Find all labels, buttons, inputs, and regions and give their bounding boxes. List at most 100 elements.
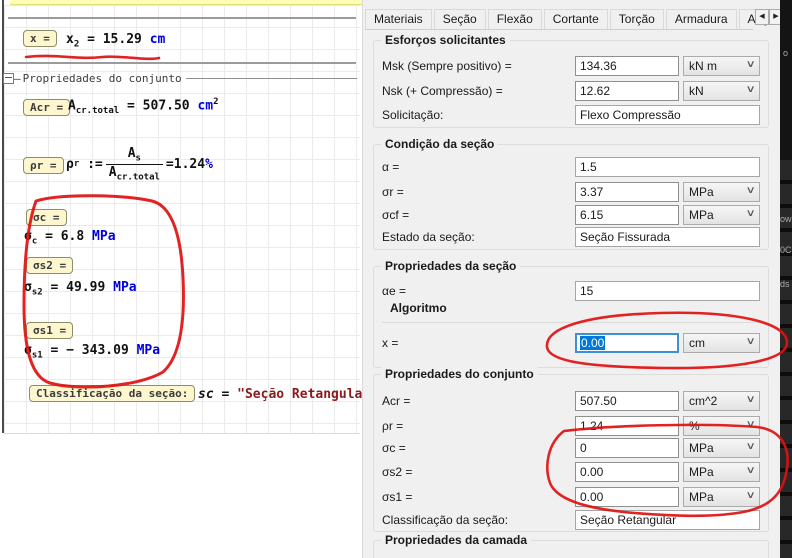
chevron-down-icon: ∨ — [745, 490, 755, 501]
math-expr-classification: sc = "Seção Retangular" — [198, 387, 378, 402]
sigma-r-display: 3.37 — [575, 182, 679, 202]
sigma-r-unit-select[interactable]: MPa ∨ — [683, 182, 760, 202]
math-expr-sigma-c: σc = 6.8 MPa — [24, 229, 116, 247]
sigma-s2-row: σs2 = 0.00 MPa ∨ — [374, 462, 768, 482]
chevron-down-icon: ∨ — [745, 185, 755, 196]
math-expr-sigma-s1: σs1 = − 343.09 MPa — [24, 343, 160, 361]
collapse-icon[interactable] — [3, 73, 14, 84]
worksheet-left-border — [2, 0, 4, 433]
sigma-c-unit-select[interactable]: MPa ∨ — [683, 438, 760, 458]
tab-torcao[interactable]: Torção — [610, 9, 664, 29]
group-title: Esforços solicitantes — [381, 33, 510, 47]
math-expr-sigma-s2: σs2 = 49.99 MPa — [24, 280, 137, 298]
solicitacao-row: Solicitação: Flexo Compressão — [374, 105, 768, 125]
unit-percent: % — [205, 157, 213, 172]
nsk-input[interactable]: 12.62 — [575, 81, 679, 101]
sigma-cf-display: 6.15 — [575, 205, 679, 225]
unit-mpa: MPa — [92, 229, 115, 244]
solicitacao-display: Flexo Compressão — [575, 105, 760, 125]
sigma-s1-display: 0.00 — [575, 487, 679, 507]
sigma-cf-unit-select[interactable]: MPa ∨ — [683, 205, 760, 225]
sigma-cf-label: σcf = — [382, 208, 409, 222]
selected-text: 0.00 — [580, 336, 605, 350]
nsk-unit-select[interactable]: kN ∨ — [683, 81, 760, 101]
msk-row: Msk (Sempre positivo) = 134.36 kN m ∨ — [374, 56, 768, 76]
chevron-down-icon: ∨ — [745, 59, 755, 70]
unit-mpa: MPa — [137, 343, 160, 358]
acr-label: Acr = — [382, 394, 410, 408]
msk-label: Msk (Sempre positivo) = — [382, 59, 512, 73]
tab-flexao[interactable]: Flexão — [488, 9, 542, 29]
estado-label: Estado da seção: — [382, 230, 475, 244]
chevron-down-icon: ∨ — [745, 441, 755, 452]
x-label: x = — [382, 336, 398, 350]
section-header-label: Propriedades do conjunto — [23, 72, 182, 85]
x-input[interactable]: 0.00 — [575, 333, 679, 353]
acr-unit-select[interactable]: cm^2 ∨ — [683, 391, 760, 411]
alpha-e-input[interactable]: 15 — [575, 281, 760, 301]
x-row: x = 0.00 cm ∨ — [374, 333, 768, 353]
tab-cortante[interactable]: Cortante — [544, 9, 608, 29]
msk-input[interactable]: 134.36 — [575, 56, 679, 76]
chevron-down-icon: ∨ — [745, 208, 755, 219]
sigma-s1-row: σs1 = 0.00 MPa ∨ — [374, 487, 768, 507]
sigma-cf-row: σcf = 6.15 MPa ∨ — [374, 205, 768, 225]
group-propriedades-da-camada: Propriedades da camada — [373, 540, 769, 558]
group-title: Propriedades da camada — [381, 533, 531, 547]
x-unit-select[interactable]: cm ∨ — [683, 333, 760, 353]
msk-unit-select[interactable]: kN m ∨ — [683, 56, 760, 76]
alpha-display: 1.5 — [575, 157, 760, 177]
arrow-right-icon: ▶ — [773, 13, 778, 20]
group-title: Propriedades do conjunto — [381, 367, 538, 381]
region-separator — [8, 62, 356, 64]
sigma-s1-unit-select[interactable]: MPa ∨ — [683, 487, 760, 507]
group-condicao-da-secao: Condição da seção α = 1.5 σr = 3.37 MPa … — [373, 144, 769, 250]
sigma-c-display: 0 — [575, 438, 679, 458]
group-title: Condição da seção — [381, 137, 498, 151]
tab-strip: Materiais Seção Flexão Cortante Torção A… — [365, 0, 753, 30]
unit-mpa: MPa — [113, 280, 136, 295]
yellow-highlight-strip — [10, 0, 362, 5]
tab-armadura[interactable]: Armadura — [666, 9, 737, 29]
rho-r-row: ρr = 1.24 % ∨ — [374, 416, 768, 436]
background-text-fragment: ow — [780, 214, 792, 224]
chevron-down-icon: ∨ — [745, 419, 755, 430]
sigma-r-row: σr = 3.37 MPa ∨ — [374, 182, 768, 202]
tab-scroll-left-button[interactable]: ◀ — [755, 9, 769, 25]
tab-secao[interactable]: Seção — [434, 9, 486, 29]
group-title: Propriedades da seção — [381, 259, 520, 273]
region-tag-acr: Acr = — [23, 99, 70, 116]
acr-row: Acr = 507.50 cm^2 ∨ — [374, 391, 768, 411]
math-expr-acr: Acr.total = 507.50 cm2 — [68, 97, 219, 116]
acr-display: 507.50 — [575, 391, 679, 411]
background-text-fragment: ds — [780, 279, 790, 289]
sigma-s2-label: σs2 = — [382, 465, 412, 479]
rho-r-display: 1.24 — [575, 416, 679, 436]
sigma-s2-unit-select[interactable]: MPa ∨ — [683, 462, 760, 482]
estado-display: Seção Fissurada — [575, 227, 760, 247]
region-tag-sigma-s2: σs2 = — [26, 257, 73, 274]
math-expr-x: x2 = 15.29 cm — [66, 32, 165, 50]
tab-materiais[interactable]: Materiais — [365, 9, 432, 29]
sigma-s1-label: σs1 = — [382, 490, 412, 504]
alpha-label: α = — [382, 160, 399, 174]
group-propriedades-da-secao: Propriedades da seção αe = 15 Algoritmo … — [373, 266, 769, 368]
algoritmo-subheader: Algoritmo — [390, 301, 447, 315]
sigma-c-row: σc = 0 MPa ∨ — [374, 438, 768, 458]
fissuracao-dialog: Materiais Seção Flexão Cortante Torção A… — [362, 0, 781, 558]
classificacao-display: Seção Retangular — [575, 510, 760, 530]
nsk-label: Nsk (+ Compressão) = — [382, 84, 503, 98]
unit-cm2: cm — [197, 98, 213, 113]
algoritmo-divider — [382, 322, 763, 323]
rho-r-unit-select[interactable]: % ∨ — [683, 416, 760, 436]
chevron-down-icon: ∨ — [745, 394, 755, 405]
chevron-down-icon: ∨ — [745, 84, 755, 95]
chevron-down-icon: ∨ — [745, 465, 755, 476]
mathcad-worksheet: x = x2 = 15.29 cm — Propriedades do conj… — [0, 0, 362, 558]
arrow-left-icon: ◀ — [759, 13, 764, 20]
chevron-down-icon: ∨ — [745, 336, 755, 347]
region-tag-sigma-c: σc = — [26, 209, 67, 226]
background-window-strip: o ow 0C ds — [780, 0, 792, 558]
section-header: — Propriedades do conjunto — [3, 72, 357, 85]
solicitacao-label: Solicitação: — [382, 108, 443, 122]
